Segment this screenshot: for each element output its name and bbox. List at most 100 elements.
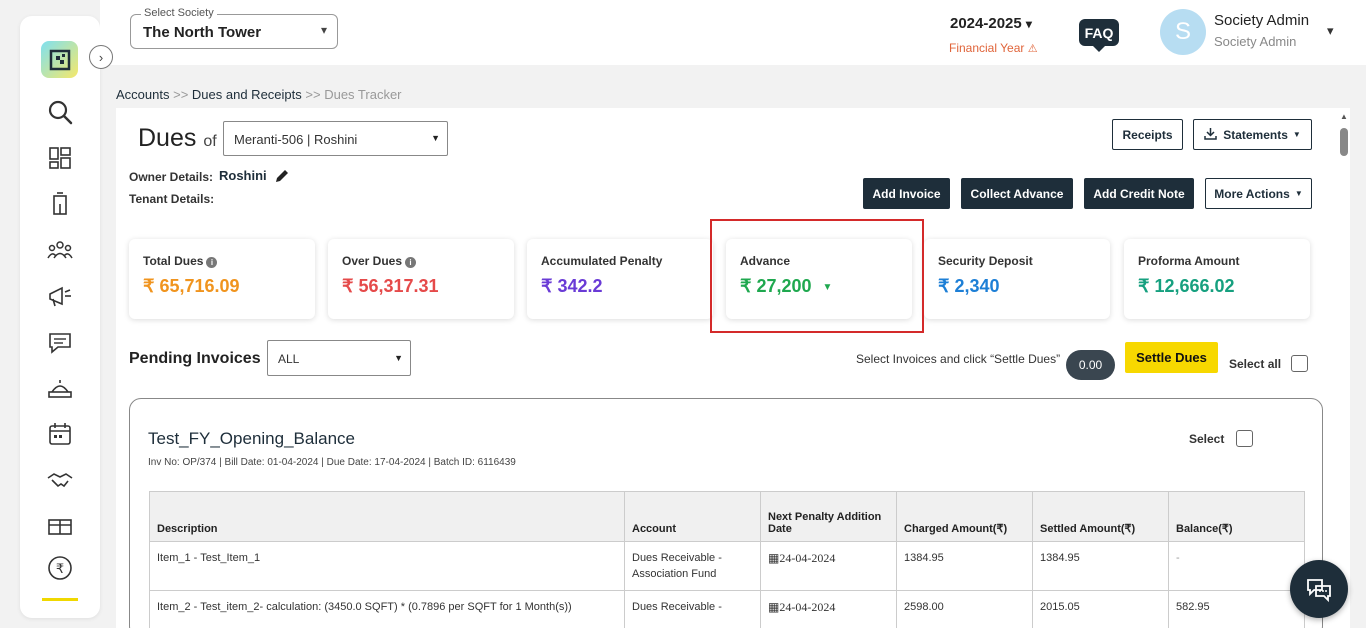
statements-button[interactable]: Statements ▼ (1193, 119, 1312, 150)
table-row: Item_2 - Test_item_2- calculation: (3450… (149, 590, 1305, 628)
dues-panel: ▲ Dues of Meranti-506 | Roshini ▼ Owner … (116, 108, 1350, 628)
owner-name: Roshini (219, 168, 267, 183)
caret-down-icon: ▼ (431, 133, 440, 143)
pending-invoices-title: Pending Invoices (129, 350, 261, 367)
row-settled: 1384.95 (1032, 541, 1169, 591)
page-title: Dues of (138, 124, 217, 152)
info-icon[interactable]: i (405, 257, 417, 268)
accumulated-penalty-value: ₹ 342.2 (541, 276, 603, 296)
search-icon[interactable] (44, 96, 76, 128)
sidebar-toggle-icon[interactable]: › (89, 45, 113, 69)
invoice-card: Test_FY_Opening_Balance Inv No: OP/374 |… (129, 398, 1323, 628)
chevron-down-icon: ▾ (320, 23, 327, 37)
column-header: Description (149, 491, 625, 542)
settle-hint: Select Invoices and click “Settle Dues” (856, 352, 1061, 366)
security-deposit-value: ₹ 2,340 (938, 276, 1000, 296)
invoice-select-label: Select (1189, 432, 1225, 446)
breadcrumb: Accounts >> Dues and Receipts >> Dues Tr… (116, 87, 402, 102)
user-role: Society Admin (1214, 34, 1297, 49)
calendar-icon: ▦ (768, 551, 780, 565)
society-select-label: Select Society (141, 7, 217, 19)
rupee-icon[interactable]: ₹ (44, 552, 76, 584)
calendar-icon[interactable] (44, 418, 76, 450)
column-header: Charged Amount(₹) (896, 491, 1033, 542)
download-icon (1204, 127, 1217, 143)
over-dues-card: Over Dues i ₹ 56,317.31 (328, 239, 514, 319)
info-icon[interactable]: i (206, 257, 218, 268)
scroll-thumb[interactable] (1340, 128, 1348, 156)
invoice-filter-select[interactable]: ALL ▼ (267, 340, 411, 376)
tenant-details-label: Tenant Details: (129, 192, 215, 206)
row-penalty-date: ▦24-04-2024 (760, 541, 897, 591)
invoice-title: Test_FY_Opening_Balance (148, 429, 355, 448)
top-header: Select Society The North Tower ▾ 2024-20… (100, 0, 1366, 65)
select-all-checkbox[interactable] (1291, 355, 1308, 372)
user-name: Society Admin (1214, 12, 1310, 29)
chat-support-button[interactable] (1290, 560, 1348, 618)
dashboard-icon[interactable] (44, 142, 76, 174)
calendar-icon: ▦ (768, 600, 780, 614)
security-deposit-card: Security Deposit ₹ 2,340 (924, 239, 1110, 319)
chevron-down-icon: ▾ (1025, 17, 1032, 31)
logo-icon[interactable] (41, 41, 78, 78)
column-header: Balance(₹) (1168, 491, 1305, 542)
collect-advance-button[interactable]: Collect Advance (961, 178, 1073, 209)
helpdesk-icon[interactable] (44, 372, 76, 404)
scrollbar[interactable]: ▲ (1340, 112, 1348, 620)
row-balance: - (1168, 541, 1305, 591)
add-credit-note-button[interactable]: Add Credit Note (1084, 178, 1194, 209)
selected-total-badge: 0.00 (1066, 350, 1115, 380)
breadcrumb-dues-tracker: Dues Tracker (324, 87, 402, 102)
invoice-items-table: Description Account Next Penalty Additio… (149, 491, 1305, 628)
breadcrumb-dues-and-receipts[interactable]: Dues and Receipts (192, 87, 302, 102)
accumulated-penalty-card: Accumulated Penalty ₹ 342.2 (527, 239, 713, 319)
proforma-amount-value: ₹ 12,666.02 (1138, 276, 1235, 296)
announcement-icon[interactable] (44, 280, 76, 312)
building-icon[interactable] (44, 188, 76, 220)
total-dues-card: Total Dues i ₹ 65,716.09 (129, 239, 315, 319)
chat-icon[interactable] (44, 326, 76, 358)
warning-icon: ⚠ (1027, 43, 1038, 55)
society-select-value: The North Tower (143, 24, 262, 41)
breadcrumb-accounts[interactable]: Accounts (116, 87, 169, 102)
svg-text:₹: ₹ (56, 562, 64, 577)
row-settled: 2015.05 (1032, 590, 1169, 628)
caret-down-icon: ▼ (1294, 189, 1303, 198)
highlight-box (710, 219, 924, 333)
financial-year-caption: Financial Year ⚠ (949, 41, 1038, 55)
owner-details-label: Owner Details: (129, 170, 214, 184)
row-description: Item_1 - Test_Item_1 (149, 541, 625, 591)
row-charged: 1384.95 (896, 541, 1033, 591)
more-actions-button[interactable]: More Actions ▼ (1205, 178, 1312, 209)
member-select[interactable]: Meranti-506 | Roshini ▼ (223, 121, 448, 156)
column-header: Next Penalty Addition Date (760, 491, 897, 542)
handshake-icon[interactable] (44, 464, 76, 496)
active-indicator (42, 598, 78, 601)
invoice-meta: Inv No: OP/374 | Bill Date: 01-04-2024 |… (148, 457, 516, 468)
invoice-select-checkbox[interactable] (1236, 430, 1253, 447)
avatar[interactable]: S (1160, 9, 1206, 55)
total-dues-value: ₹ 65,716.09 (143, 276, 240, 296)
select-all-label: Select all (1229, 357, 1282, 371)
row-charged: 2598.00 (896, 590, 1033, 628)
financial-year-select[interactable]: 2024-2025 ▾ (950, 15, 1032, 32)
receipts-button[interactable]: Receipts (1112, 119, 1183, 150)
chat-bubbles-icon (1307, 579, 1331, 603)
column-header: Account (624, 491, 761, 542)
edit-pencil-icon[interactable] (274, 168, 290, 184)
user-menu-chevron-icon[interactable]: ▾ (1327, 23, 1334, 39)
scroll-up-icon[interactable]: ▲ (1340, 112, 1348, 121)
faq-button[interactable]: FAQ (1079, 19, 1119, 52)
sidebar: ₹ (20, 16, 100, 618)
settle-dues-button[interactable]: Settle Dues (1125, 342, 1218, 373)
row-account: Dues Receivable - (624, 590, 761, 628)
caret-down-icon: ▼ (1292, 130, 1301, 139)
row-balance: 582.95 (1168, 590, 1305, 628)
over-dues-value: ₹ 56,317.31 (342, 276, 439, 296)
members-icon[interactable] (44, 234, 76, 266)
row-account: Dues Receivable - Association Fund (624, 541, 761, 591)
facility-icon[interactable] (44, 510, 76, 542)
society-select[interactable]: Select Society The North Tower ▾ (130, 7, 338, 49)
add-invoice-button[interactable]: Add Invoice (863, 178, 950, 209)
row-penalty-date: ▦24-04-2024 (760, 590, 897, 628)
